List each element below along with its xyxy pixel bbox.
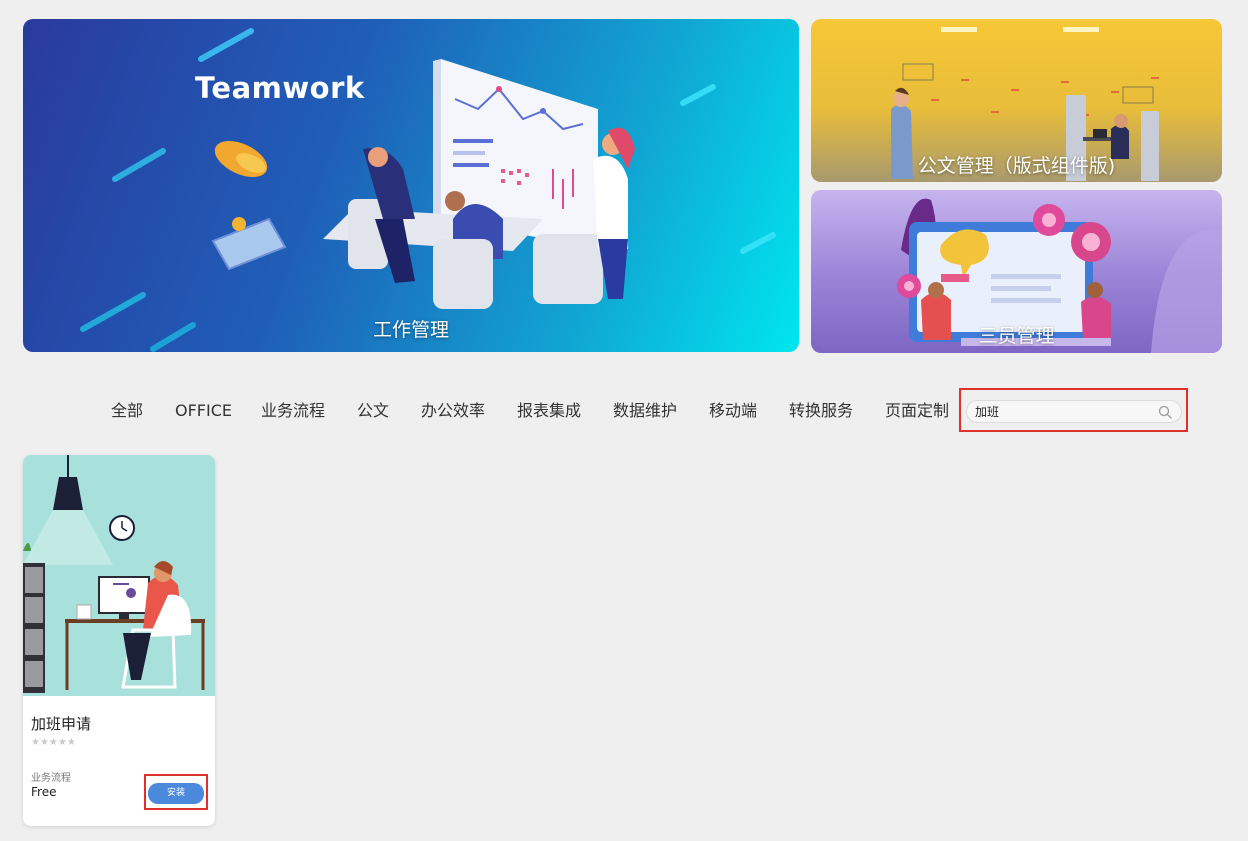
banner-three-admin[interactable]: 三员管理: [811, 190, 1222, 353]
search-box: [966, 400, 1182, 423]
search-input[interactable]: [975, 403, 1155, 420]
category-report-integration[interactable]: 报表集成: [517, 398, 581, 424]
teamwork-art-text: Teamwork: [195, 71, 365, 105]
category-office-efficiency[interactable]: 办公效率: [421, 398, 485, 424]
app-card[interactable]: 加班申请 ★★★★★ 业务流程 Free: [23, 455, 215, 826]
banner-title: 三员管理: [978, 325, 1055, 347]
category-all[interactable]: 全部: [111, 398, 143, 424]
banner-title: 工作管理: [372, 319, 449, 341]
category-mobile[interactable]: 移动端: [709, 398, 757, 424]
banner-document-management[interactable]: 公文管理（版式组件版): [811, 19, 1222, 182]
category-official-document[interactable]: 公文: [357, 398, 389, 424]
app-price: Free: [31, 785, 57, 799]
install-button[interactable]: 安装: [148, 783, 204, 804]
teamwork-illustration: [80, 28, 776, 352]
category-page-customization[interactable]: 页面定制: [885, 398, 949, 424]
app-category: 业务流程: [31, 773, 71, 784]
category-conversion-service[interactable]: 转换服务: [789, 398, 853, 424]
category-office[interactable]: OFFICE: [175, 398, 232, 424]
app-card-illustration: [23, 455, 215, 696]
rating-stars: ★★★★★: [31, 737, 76, 748]
category-business-process[interactable]: 业务流程: [261, 398, 325, 424]
app-title[interactable]: 加班申请: [31, 713, 91, 734]
search-icon[interactable]: [1157, 404, 1173, 420]
banner-title: 公文管理（版式组件版): [917, 155, 1116, 177]
category-data-maintenance[interactable]: 数据维护: [613, 398, 677, 424]
banner-work-management[interactable]: Teamwork 工作管理: [23, 19, 799, 352]
